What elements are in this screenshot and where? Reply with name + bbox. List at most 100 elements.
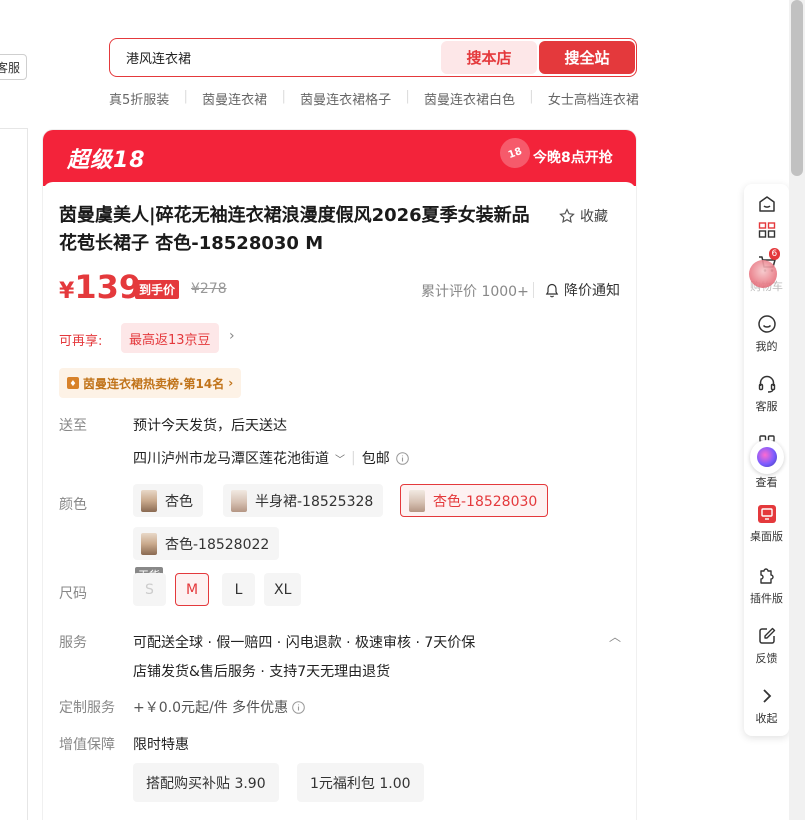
customer-service-label: 客服 <box>0 60 20 75</box>
favorite-label: 收藏 <box>580 209 608 225</box>
product-info: 茵曼虞美人|碎花无袖连衣裙浪漫度假风2026夏季女装新品花苞长裙子 杏色-185… <box>43 182 636 820</box>
shipping-label: 包邮 <box>361 451 390 467</box>
sidebar-item-plugin[interactable]: 插件版 <box>744 566 789 606</box>
separator: | <box>183 89 188 104</box>
scrollbar[interactable] <box>789 0 805 820</box>
hot-word-link[interactable]: 茵曼连衣裙 <box>202 89 267 108</box>
assistant-orb-icon[interactable] <box>749 440 784 474</box>
color-option-label: 杏色 <box>165 493 193 510</box>
delivery-estimate: 预计今天发货，后天送达 <box>133 418 287 434</box>
value-added-label: 增值保障 <box>59 737 115 753</box>
chevron-right-icon: › <box>228 376 234 390</box>
price-notify-label: 降价通知 <box>564 283 620 299</box>
sidebar-label-mine: 我的 <box>755 340 778 353</box>
favorite-button[interactable]: 收藏 <box>559 206 608 226</box>
chevron-up-icon[interactable]: ︿ <box>609 628 621 645</box>
search-input[interactable]: 港风连衣裙 <box>126 48 191 67</box>
scrollbar-thumb[interactable] <box>791 0 803 176</box>
sidebar-item-desktop[interactable]: 桌面版 <box>744 504 789 544</box>
search-store-button[interactable]: 搜本店 <box>441 41 537 74</box>
hot-words: 真5折服装 | 茵曼连衣裙 | 茵曼连衣裙格子 | 茵曼连衣裙白色 | 女士高档… <box>109 89 639 108</box>
promo-title: 超级18 <box>67 148 146 173</box>
hot-word-link[interactable]: 女士高档连衣裙 <box>548 89 639 108</box>
color-thumbnail <box>141 489 157 512</box>
cart-badge: 6 <box>768 248 781 260</box>
promo-notice: 今晚8点开抢 <box>533 150 613 166</box>
custom-service-label: 定制服务 <box>59 700 115 716</box>
custom-service-value: +￥0.0元起/件 多件优惠 <box>133 700 289 716</box>
promo-badge: 18 <box>495 133 535 173</box>
sidebar-item-collapse[interactable]: 收起 <box>744 686 789 726</box>
jingdou-tag[interactable]: 最高返13京豆 <box>121 323 219 353</box>
color-option-label: 杏色-18528030 <box>433 493 538 510</box>
avatar[interactable] <box>748 260 777 288</box>
size-option-selected[interactable]: M <box>175 573 210 606</box>
price: ¥139 <box>59 268 141 306</box>
size-option-disabled[interactable]: S <box>133 573 166 606</box>
sidebar-item-service[interactable]: 客服 <box>744 374 789 414</box>
right-sidebar: 6 购物车 我的 客服 查看 桌面版 插件版 反馈 收起 <box>744 184 789 736</box>
info-icon[interactable] <box>395 451 409 465</box>
sidebar-label-desktop: 桌面版 <box>750 530 783 543</box>
star-icon <box>559 208 575 224</box>
sidebar-item-home[interactable] <box>744 194 789 214</box>
separator: | <box>405 89 410 104</box>
sidebar-item-feedback[interactable]: 反馈 <box>744 626 789 666</box>
sidebar-label-feedback: 反馈 <box>755 652 778 665</box>
value-added-value: 限时特惠 <box>133 737 189 753</box>
sidebar-item-mine[interactable]: 我的 <box>744 314 789 354</box>
sidebar-label-view: 查看 <box>755 476 778 489</box>
color-option[interactable]: 杏色 <box>133 484 203 517</box>
price-tag: 到手价 <box>135 280 180 299</box>
service-line-2: 店铺发货&售后服务 · 支持7天无理由退货 <box>133 664 391 680</box>
sidebar-item-view[interactable]: 查看 <box>744 434 789 490</box>
color-option-selected[interactable]: 杏色-18528030 <box>400 484 549 517</box>
left-panel-edge <box>0 128 28 820</box>
sidebar-label-service: 客服 <box>755 400 778 413</box>
color-option[interactable]: 杏色-18528022 <box>133 527 280 560</box>
grid-icon <box>758 222 775 238</box>
home-icon <box>758 196 775 212</box>
customer-service-button[interactable]: 客服 <box>0 54 27 80</box>
welfare-pack-option[interactable]: 1元福利包 1.00 <box>297 763 424 802</box>
chevron-right-icon[interactable]: › <box>229 328 235 344</box>
address-selector[interactable]: 四川泸州市龙马潭区莲花池街道 <box>133 448 329 468</box>
sidebar-item-categories[interactable] <box>744 220 789 240</box>
color-label: 颜色 <box>59 497 87 513</box>
info-icon[interactable] <box>292 700 305 714</box>
delivery-label: 送至 <box>59 418 87 434</box>
divider: | <box>351 450 356 466</box>
product-title: 茵曼虞美人|碎花无袖连衣裙浪漫度假风2026夏季女装新品花苞长裙子 杏色-185… <box>59 205 530 254</box>
headset-icon <box>758 375 775 393</box>
address-row: 四川泸州市龙马潭区莲花池街道 ﹀ | 包邮 <box>133 448 409 468</box>
sidebar-label-collapse: 收起 <box>755 712 778 725</box>
service-label: 服务 <box>59 635 87 651</box>
divider <box>533 282 534 298</box>
price-row: ¥139 到手价 ¥278 累计评价 1000+ 降价通知 <box>59 268 621 308</box>
rank-label: 茵曼连衣裙热卖榜·第14名 <box>83 376 225 391</box>
separator: | <box>529 89 534 104</box>
price-notify-button[interactable]: 降价通知 <box>545 280 620 300</box>
promo-banner: 超级18 18 今晚8点开抢 <box>43 130 636 186</box>
review-count[interactable]: 累计评价 1000+ <box>421 281 529 301</box>
edit-icon <box>758 627 775 644</box>
price-value: 139 <box>74 268 142 306</box>
plugin-icon <box>759 568 774 584</box>
reenjoy-label: 可再享: <box>59 334 103 349</box>
sidebar-item-cart[interactable]: 6 购物车 <box>744 248 789 294</box>
size-option[interactable]: L <box>222 573 255 606</box>
hot-word-link[interactable]: 茵曼连衣裙格子 <box>300 89 391 108</box>
desktop-icon <box>757 505 776 523</box>
color-thumbnail <box>141 532 157 555</box>
chevron-down-icon[interactable]: ﹀ <box>335 451 345 466</box>
hot-rank-badge[interactable]: ♦ 茵曼连衣裙热卖榜·第14名 › <box>59 368 242 398</box>
bundle-subsidy-option[interactable]: 搭配购买补贴 3.90 <box>133 763 279 802</box>
hot-word-link[interactable]: 真5折服装 <box>109 89 169 108</box>
search-all-button[interactable]: 搜全站 <box>539 41 635 74</box>
size-label: 尺码 <box>59 586 87 602</box>
hot-word-link[interactable]: 茵曼连衣裙白色 <box>424 89 515 108</box>
size-option[interactable]: XL <box>264 573 302 606</box>
sidebar-label-plugin: 插件版 <box>750 592 783 605</box>
color-option[interactable]: 半身裙-18525328 <box>223 484 384 517</box>
color-option-label: 杏色-18528022 <box>165 536 270 553</box>
